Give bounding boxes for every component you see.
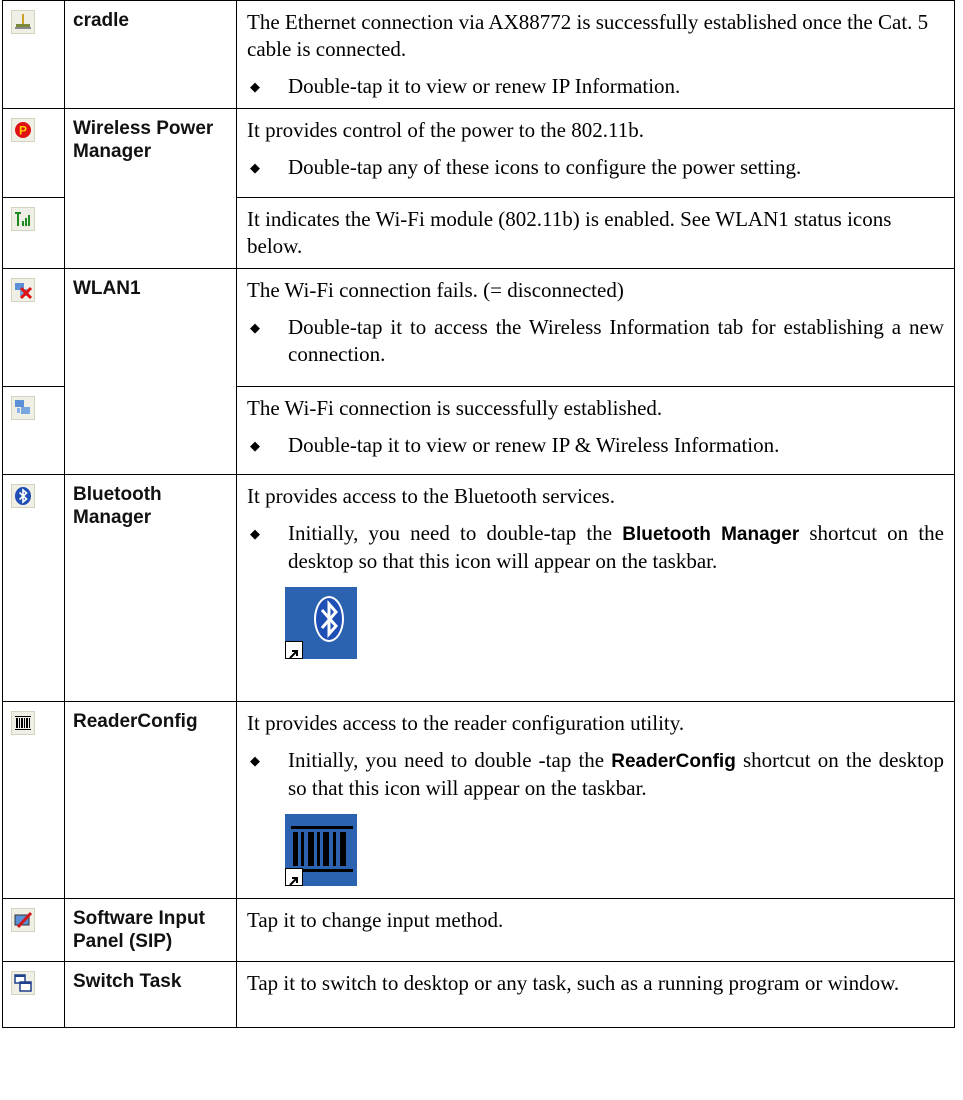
- shortcut-arrow-icon: [285, 641, 303, 659]
- row-name: Wireless Power Manager: [73, 118, 214, 162]
- row-description: The Wi-Fi connection fails. (= disconnec…: [247, 278, 624, 302]
- readerconfig-shortcut-icon: [285, 814, 357, 886]
- bullet-icon: ◆: [250, 79, 260, 94]
- table-row: WLAN1 The Wi-Fi connection fails. (= dis…: [2, 268, 955, 475]
- bullet-item: ◆ Initially, you need to double-tap the …: [247, 520, 944, 575]
- row-name: Switch Task: [73, 971, 182, 992]
- wlan-disconnected-icon: [11, 278, 35, 302]
- table-row: P Wireless Power Manager It provides con…: [2, 108, 955, 269]
- bullet-icon: ◆: [250, 320, 260, 335]
- sip-pen-icon: [11, 908, 35, 932]
- row-name: Bluetooth Manager: [73, 484, 162, 528]
- row-name: cradle: [73, 10, 129, 31]
- bullet-item: ◆ Double-tap it to access the Wireless I…: [247, 314, 944, 368]
- barcode-icon: [11, 711, 35, 735]
- row-description: Tap it to change input method.: [247, 908, 504, 932]
- bullet-item: ◆ Initially, you need to double -tap the…: [247, 747, 944, 802]
- row-description: It provides access to the Bluetooth serv…: [247, 484, 615, 508]
- taskbar-icons-table: cradle The Ethernet connection via AX887…: [2, 0, 955, 1028]
- bullet-item: ◆ Double-tap it to view or renew IP & Wi…: [247, 432, 944, 459]
- shortcut-arrow-icon: [285, 868, 303, 886]
- row-name: WLAN1: [73, 278, 141, 299]
- table-row: cradle The Ethernet connection via AX887…: [2, 0, 955, 109]
- power-manager-icon: P: [11, 118, 35, 142]
- ethernet-cradle-icon: [11, 10, 35, 34]
- bluetooth-shortcut-icon: [285, 587, 357, 659]
- row-description: It provides access to the reader configu…: [247, 711, 685, 735]
- bluetooth-icon: [11, 484, 35, 508]
- row-description: Tap it to switch to desktop or any task,…: [247, 971, 900, 995]
- row-name: Software Input Panel (SIP): [73, 908, 205, 952]
- table-row: Bluetooth Manager It provides access to …: [2, 474, 955, 702]
- bullet-icon: ◆: [250, 526, 260, 541]
- row-description: It indicates the Wi-Fi module (802.11b) …: [247, 207, 892, 258]
- bullet-icon: ◆: [250, 160, 260, 175]
- table-row: ReaderConfig It provides access to the r…: [2, 701, 955, 899]
- bullet-icon: ◆: [250, 438, 260, 453]
- bullet-item: ◆ Double-tap it to view or renew IP Info…: [247, 73, 944, 100]
- table-row: Switch Task Tap it to switch to desktop …: [2, 961, 955, 1028]
- svg-text:P: P: [19, 124, 27, 138]
- row-description: The Wi-Fi connection is successfully est…: [247, 396, 663, 420]
- wlan-connected-icon: [11, 396, 35, 420]
- wifi-signal-icon: [11, 207, 35, 231]
- bullet-item: ◆ Double-tap any of these icons to confi…: [247, 154, 944, 181]
- row-name: ReaderConfig: [73, 711, 198, 732]
- bullet-icon: ◆: [250, 753, 260, 768]
- row-description: The Ethernet connection via AX88772 is s…: [247, 10, 929, 61]
- switch-task-icon: [11, 971, 35, 995]
- row-description: It provides control of the power to the …: [247, 118, 644, 142]
- table-row: Software Input Panel (SIP) Tap it to cha…: [2, 898, 955, 962]
